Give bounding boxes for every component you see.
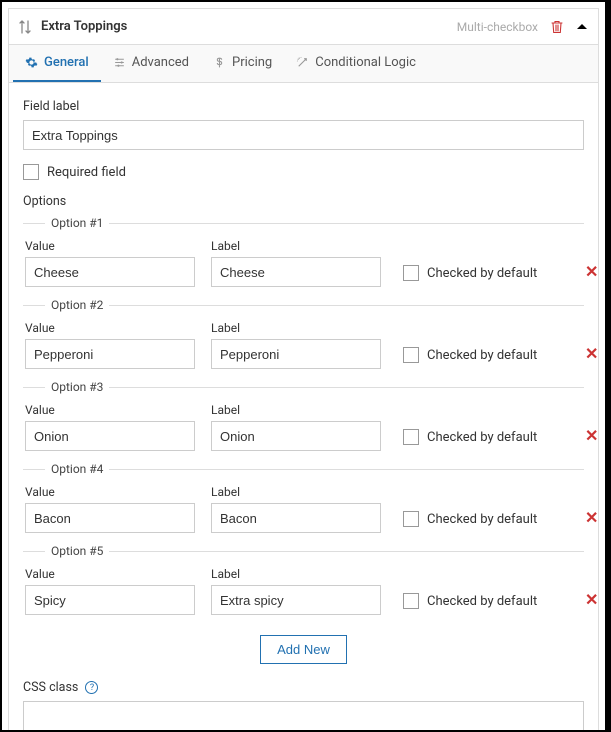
css-class-input[interactable] (23, 701, 584, 731)
remove-option-icon[interactable]: ✕ (585, 426, 598, 451)
option-fieldset: Option #2ValueLabelChecked by default✕ (23, 305, 584, 373)
required-field-checkbox[interactable] (23, 164, 39, 180)
checked-by-default-checkbox[interactable] (403, 429, 419, 445)
required-field-label: Required field (47, 165, 126, 180)
label-caption: Label (211, 567, 381, 581)
trash-icon[interactable] (550, 20, 564, 34)
label-col: Label (211, 485, 381, 533)
option-value-input[interactable] (25, 339, 195, 369)
option-value-input[interactable] (25, 503, 195, 533)
tab-label: General (44, 55, 89, 70)
checked-col: Checked by default (403, 511, 553, 533)
option-legend: Option #1 (45, 216, 109, 230)
field-type-label: Multi-checkbox (457, 20, 538, 34)
checked-by-default-checkbox[interactable] (403, 265, 419, 281)
panel-body: Field label Required field Options Optio… (9, 83, 598, 731)
value-caption: Value (25, 403, 195, 417)
option-fieldset: Option #3ValueLabelChecked by default✕ (23, 387, 584, 455)
option-label-input[interactable] (211, 585, 381, 615)
add-new-button[interactable]: Add New (260, 635, 347, 664)
tab-label: Conditional Logic (315, 55, 416, 70)
option-value-input[interactable] (25, 421, 195, 451)
value-col: Value (25, 567, 195, 615)
value-col: Value (25, 239, 195, 287)
option-legend: Option #2 (45, 298, 109, 312)
panel-title: Extra Toppings (41, 19, 457, 34)
checked-col: Checked by default (403, 429, 553, 451)
option-fieldset: Option #4ValueLabelChecked by default✕ (23, 469, 584, 537)
checked-col: Checked by default (403, 347, 553, 369)
option-legend: Option #4 (45, 462, 109, 476)
required-field-row: Required field (23, 164, 584, 180)
css-class-label: CSS class (23, 680, 78, 695)
option-fieldset: Option #1ValueLabelChecked by default✕ (23, 223, 584, 291)
option-label-input[interactable] (211, 339, 381, 369)
remove-option-icon[interactable]: ✕ (585, 344, 598, 369)
options-caption: Options (23, 194, 584, 209)
tab-pricing[interactable]: Pricing (201, 45, 284, 82)
label-col: Label (211, 403, 381, 451)
help-icon[interactable]: ? (85, 681, 98, 694)
add-new-row: Add New (23, 635, 584, 664)
remove-option-icon[interactable]: ✕ (585, 590, 598, 615)
checked-by-default-label: Checked by default (427, 430, 537, 445)
checked-by-default-label: Checked by default (427, 594, 537, 609)
sliders-icon (113, 56, 126, 69)
drag-icon[interactable] (19, 20, 31, 34)
checked-by-default-label: Checked by default (427, 266, 537, 281)
value-caption: Value (25, 321, 195, 335)
option-row: ValueLabelChecked by default✕ (23, 485, 584, 537)
tab-general[interactable]: General (13, 45, 101, 82)
option-value-input[interactable] (25, 585, 195, 615)
gear-icon (25, 56, 38, 69)
field-label-input[interactable] (23, 120, 584, 150)
checked-col: Checked by default (403, 593, 553, 615)
label-col: Label (211, 567, 381, 615)
option-row: ValueLabelChecked by default✕ (23, 321, 584, 373)
label-caption: Label (211, 321, 381, 335)
field-editor-panel: Extra Toppings Multi-checkbox General Ad… (0, 0, 611, 732)
remove-option-icon[interactable]: ✕ (585, 508, 598, 533)
option-fieldset: Option #5ValueLabelChecked by default✕ (23, 551, 584, 619)
option-row: ValueLabelChecked by default✕ (23, 567, 584, 619)
label-caption: Label (211, 403, 381, 417)
tab-label: Pricing (232, 55, 272, 70)
panel: Extra Toppings Multi-checkbox General Ad… (8, 8, 599, 732)
field-label-caption: Field label (23, 99, 584, 114)
checked-by-default-label: Checked by default (427, 348, 537, 363)
tab-advanced[interactable]: Advanced (101, 45, 201, 82)
remove-option-icon[interactable]: ✕ (585, 262, 598, 287)
css-class-caption: CSS class ? (23, 680, 584, 695)
checked-by-default-label: Checked by default (427, 512, 537, 527)
checked-by-default-checkbox[interactable] (403, 511, 419, 527)
option-label-input[interactable] (211, 257, 381, 287)
dollar-icon (213, 56, 226, 69)
option-legend: Option #5 (45, 544, 109, 558)
tab-label: Advanced (132, 55, 189, 70)
tabs: General Advanced Pricing Conditional Log… (9, 45, 598, 83)
option-legend: Option #3 (45, 380, 109, 394)
option-row: ValueLabelChecked by default✕ (23, 403, 584, 455)
value-col: Value (25, 321, 195, 369)
label-caption: Label (211, 239, 381, 253)
value-caption: Value (25, 485, 195, 499)
panel-header: Extra Toppings Multi-checkbox (9, 9, 598, 45)
value-caption: Value (25, 567, 195, 581)
option-value-input[interactable] (25, 257, 195, 287)
wand-icon (296, 56, 309, 69)
label-col: Label (211, 321, 381, 369)
option-label-input[interactable] (211, 421, 381, 451)
value-col: Value (25, 485, 195, 533)
checked-col: Checked by default (403, 265, 553, 287)
option-row: ValueLabelChecked by default✕ (23, 239, 584, 291)
tab-conditional[interactable]: Conditional Logic (284, 45, 428, 82)
label-col: Label (211, 239, 381, 287)
collapse-icon[interactable] (576, 21, 588, 33)
checked-by-default-checkbox[interactable] (403, 347, 419, 363)
checked-by-default-checkbox[interactable] (403, 593, 419, 609)
value-caption: Value (25, 239, 195, 253)
value-col: Value (25, 403, 195, 451)
option-label-input[interactable] (211, 503, 381, 533)
label-caption: Label (211, 485, 381, 499)
